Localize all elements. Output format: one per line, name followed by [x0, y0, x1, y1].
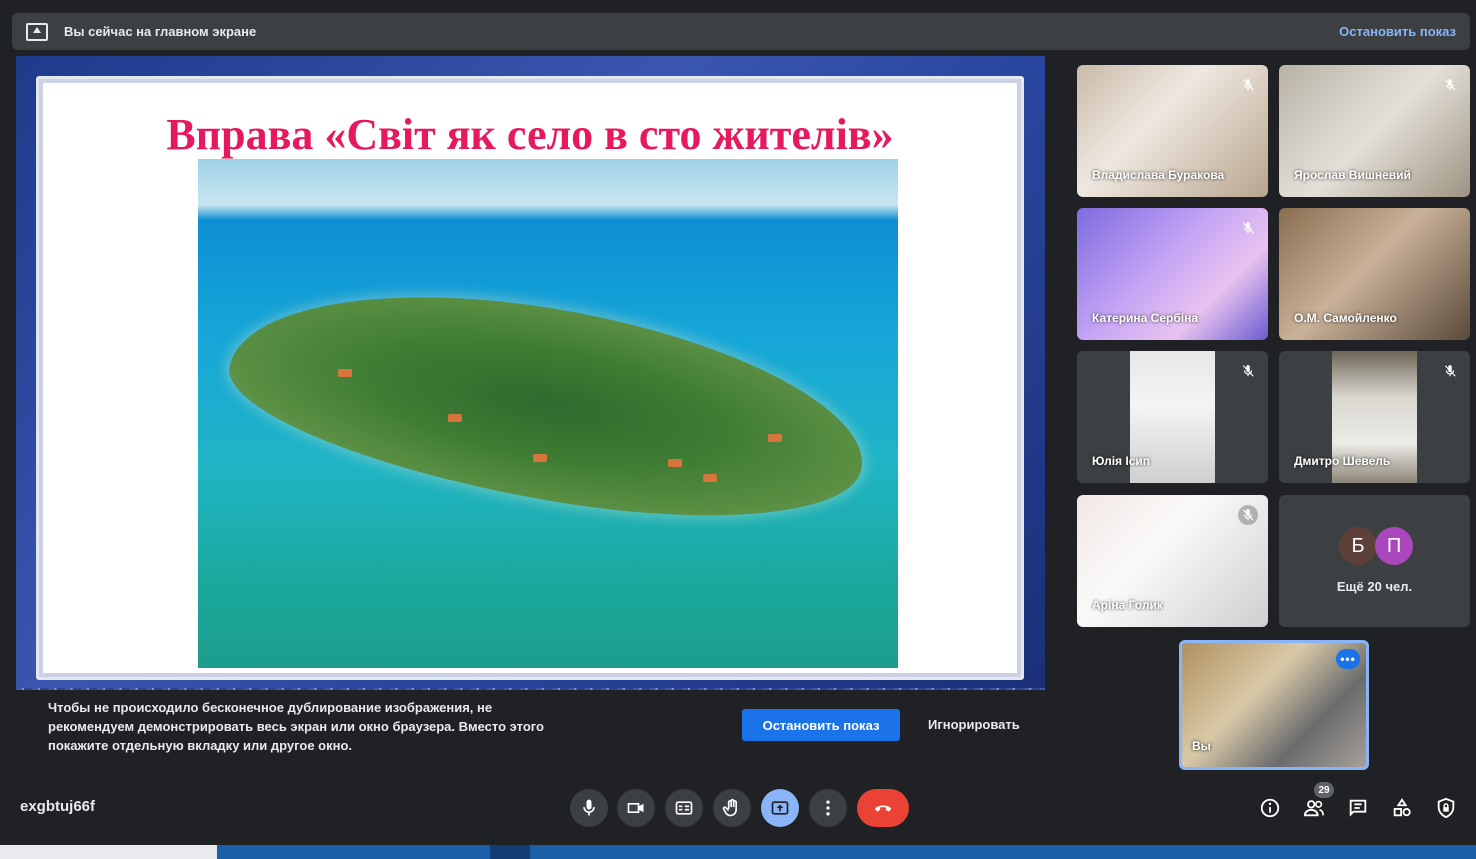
- os-taskbar-strip: [0, 845, 1476, 859]
- participant-name: Ярослав Вишневий: [1294, 168, 1411, 182]
- participant-tile[interactable]: Юлія Ісип: [1077, 351, 1268, 483]
- mirror-warning-text: Чтобы не происходило бесконечное дублиро…: [48, 700, 544, 753]
- participant-name: Владислава Буракова: [1092, 168, 1225, 182]
- meeting-code: exgbtuj66f: [20, 798, 96, 815]
- self-video-tile[interactable]: ••• Вы: [1179, 640, 1369, 770]
- house-roof: [533, 454, 547, 462]
- house-roof: [448, 414, 462, 422]
- shield-lock-icon: [1437, 797, 1455, 819]
- host-controls-button[interactable]: [1433, 795, 1459, 821]
- participant-tile[interactable]: Ярослав Вишневий: [1279, 65, 1470, 197]
- mic-off-icon: [1440, 361, 1460, 381]
- avatar: П: [1375, 527, 1413, 565]
- participants-count-badge: 29: [1314, 782, 1334, 798]
- mic-off-icon: [1238, 75, 1258, 95]
- present-screen-icon: [771, 801, 789, 815]
- more-participants-tile[interactable]: Б П Ещё 20 чел.: [1279, 495, 1470, 627]
- captions-icon: [675, 801, 693, 815]
- slide-frame: Вправа «Світ як село в сто жителів»: [36, 76, 1024, 680]
- participant-tile[interactable]: О.М. Самойленко: [1279, 208, 1470, 340]
- microphone-button[interactable]: [570, 789, 608, 827]
- participant-name: Дмитро Шевель: [1294, 454, 1391, 468]
- island-shape: [216, 254, 880, 554]
- info-icon: [1260, 798, 1280, 818]
- house-roof: [768, 434, 782, 442]
- participant-name: Аріна Голик: [1092, 598, 1163, 612]
- self-name: Вы: [1192, 739, 1211, 753]
- activities-icon: [1393, 798, 1411, 817]
- presenting-banner: Вы сейчас на главном экране Остановить п…: [12, 13, 1470, 50]
- presenting-status-text: Вы сейчас на главном экране: [64, 24, 257, 39]
- participant-tile[interactable]: Катерина Сербіна: [1077, 208, 1268, 340]
- more-options-button[interactable]: [809, 789, 847, 827]
- chat-button[interactable]: [1345, 795, 1371, 821]
- activities-button[interactable]: [1389, 795, 1415, 821]
- mirror-warning-panel: Чтобы не происходило бесконечное дублиро…: [16, 690, 1045, 772]
- present-now-button[interactable]: [761, 789, 799, 827]
- participant-tile[interactable]: Аріна Голик: [1077, 495, 1268, 627]
- stop-presenting-button[interactable]: Остановить показ: [742, 709, 900, 741]
- call-end-icon: [875, 805, 891, 812]
- avatar: Б: [1339, 527, 1377, 565]
- slide-title: Вправа «Світ як село в сто жителів»: [166, 110, 894, 159]
- ignore-button[interactable]: Игнорировать: [928, 717, 1020, 732]
- participant-name: Юлія Ісип: [1092, 454, 1151, 468]
- island-photo: [198, 159, 898, 668]
- camera-icon: [627, 803, 644, 813]
- more-vert-icon: [826, 800, 830, 816]
- meeting-details-button[interactable]: [1257, 795, 1283, 821]
- house-roof: [668, 459, 682, 467]
- participant-tile[interactable]: Дмитро Шевель: [1279, 351, 1470, 483]
- participant-name: Катерина Сербіна: [1092, 311, 1198, 325]
- people-icon: [1303, 800, 1324, 817]
- stop-presenting-link[interactable]: Остановить показ: [1339, 24, 1456, 39]
- house-roof: [703, 474, 717, 482]
- mic-off-icon: [1238, 218, 1258, 238]
- leave-call-button[interactable]: [857, 789, 909, 827]
- raise-hand-button[interactable]: [713, 789, 751, 827]
- chat-icon: [1349, 799, 1367, 817]
- participant-name: О.М. Самойленко: [1294, 311, 1397, 325]
- mic-off-icon: [1238, 505, 1258, 525]
- mic-off-icon: [1238, 361, 1258, 381]
- more-options-icon[interactable]: •••: [1336, 649, 1360, 669]
- shared-screen: Вправа «Світ як село в сто жителів»: [16, 56, 1045, 702]
- house-roof: [338, 369, 352, 377]
- present-screen-icon: [26, 22, 48, 41]
- mic-off-icon: [1440, 75, 1460, 95]
- captions-button[interactable]: [665, 789, 703, 827]
- more-participants-label: Ещё 20 чел.: [1336, 579, 1413, 594]
- camera-button[interactable]: [617, 789, 655, 827]
- participant-tile[interactable]: Владислава Буракова: [1077, 65, 1268, 197]
- raise-hand-icon: [722, 798, 737, 817]
- participants-button[interactable]: [1301, 795, 1327, 821]
- microphone-icon: [583, 799, 595, 816]
